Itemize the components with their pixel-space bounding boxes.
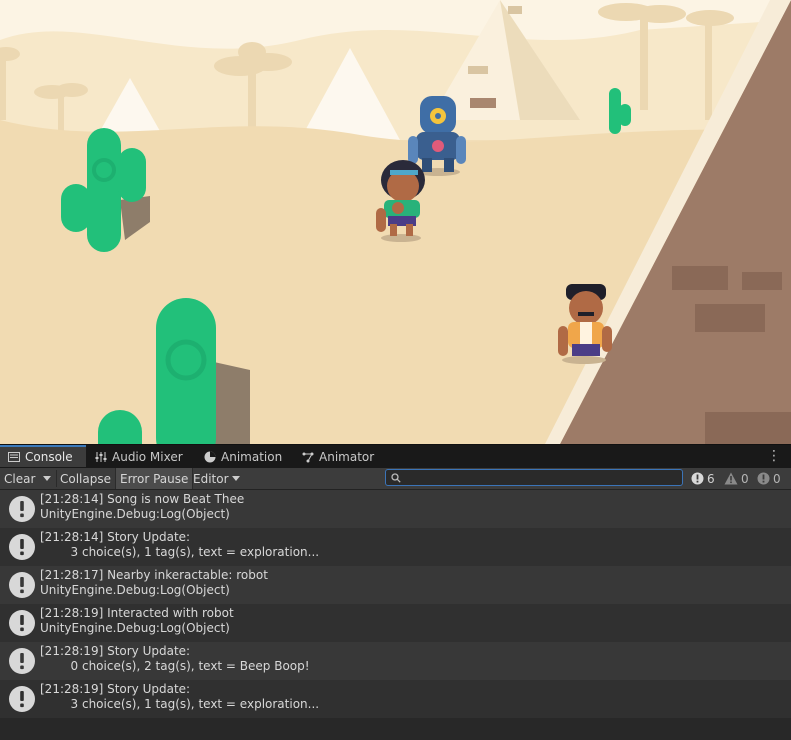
warning-count-toggle[interactable]: 0 bbox=[724, 470, 749, 487]
log-entry[interactable]: [21:28:14] Song is now Beat Thee UnityEn… bbox=[0, 490, 791, 528]
error-icon bbox=[757, 472, 770, 485]
game-view[interactable] bbox=[0, 0, 791, 444]
log-detail: 3 choice(s), 1 tag(s), text = exploratio… bbox=[40, 697, 320, 711]
animator-icon bbox=[302, 451, 314, 463]
log-detail: 3 choice(s), 1 tag(s), text = exploratio… bbox=[40, 545, 320, 559]
chevron-down-icon bbox=[231, 476, 240, 481]
info-icon bbox=[8, 533, 36, 564]
tab-audio-mixer[interactable]: Audio Mixer bbox=[95, 445, 183, 469]
error-pause-label: Error Pause bbox=[120, 471, 189, 486]
info-icon bbox=[8, 609, 36, 640]
more-options-icon[interactable]: ⋮ bbox=[767, 448, 781, 464]
audio-mixer-icon bbox=[95, 451, 107, 463]
log-message: [21:28:14] Song is now Beat Thee bbox=[40, 492, 245, 506]
info-icon bbox=[8, 647, 36, 678]
desert-scene bbox=[0, 0, 791, 444]
log-entry[interactable]: [21:28:17] Nearby inkeractable: robot Un… bbox=[0, 566, 791, 604]
info-icon bbox=[8, 685, 36, 716]
error-count-toggle[interactable]: 0 bbox=[757, 470, 781, 487]
collapse-button[interactable]: Collapse bbox=[56, 468, 115, 489]
panel-tab-bar: Console Audio Mixer Animation Animator ⋮ bbox=[0, 444, 791, 469]
chevron-down-icon bbox=[43, 476, 51, 481]
clear-button[interactable]: Clear bbox=[0, 468, 39, 489]
tab-animation[interactable]: Animation bbox=[204, 445, 282, 469]
info-icon bbox=[8, 495, 36, 526]
clear-label: Clear bbox=[4, 471, 36, 486]
log-message: [21:28:19] Interacted with robot bbox=[40, 606, 234, 620]
console-panel: Console Audio Mixer Animation Animator ⋮… bbox=[0, 444, 791, 740]
warning-icon bbox=[724, 472, 738, 485]
tab-animator[interactable]: Animator bbox=[302, 445, 374, 469]
log-entry[interactable]: [21:28:19] Interacted with robot UnityEn… bbox=[0, 604, 791, 642]
log-detail: UnityEngine.Debug:Log(Object) bbox=[40, 507, 230, 521]
search-input[interactable] bbox=[385, 469, 683, 486]
console-toolbar: Clear Collapse Error Pause Editor 6 0 0 bbox=[0, 468, 791, 490]
log-message: [21:28:14] Story Update: bbox=[40, 530, 191, 544]
tab-label: Console bbox=[25, 450, 73, 464]
animation-icon bbox=[204, 451, 216, 463]
log-message: [21:28:17] Nearby inkeractable: robot bbox=[40, 568, 268, 582]
clear-options-dropdown[interactable] bbox=[38, 468, 56, 489]
console-icon bbox=[8, 451, 20, 463]
tab-label: Audio Mixer bbox=[112, 450, 183, 464]
search-icon bbox=[391, 472, 401, 486]
log-count: 6 bbox=[707, 471, 715, 486]
tab-console[interactable]: Console bbox=[0, 445, 86, 467]
tab-label: Animation bbox=[221, 450, 283, 464]
log-detail: 0 choice(s), 2 tag(s), text = Beep Boop! bbox=[40, 659, 310, 673]
editor-label: Editor bbox=[193, 471, 229, 486]
log-count-toggle[interactable]: 6 bbox=[691, 470, 715, 487]
editor-dropdown[interactable]: Editor bbox=[189, 468, 244, 489]
log-entry[interactable]: [21:28:19] Story Update: 0 choice(s), 2 … bbox=[0, 642, 791, 680]
warning-count: 0 bbox=[741, 471, 749, 486]
log-detail: UnityEngine.Debug:Log(Object) bbox=[40, 583, 230, 597]
tab-label: Animator bbox=[319, 450, 375, 464]
log-entry[interactable]: [21:28:19] Story Update: 3 choice(s), 1 … bbox=[0, 680, 791, 718]
log-message: [21:28:19] Story Update: bbox=[40, 644, 191, 658]
log-message: [21:28:19] Story Update: bbox=[40, 682, 191, 696]
log-entry[interactable]: [21:28:14] Story Update: 3 choice(s), 1 … bbox=[0, 528, 791, 566]
info-icon bbox=[691, 472, 704, 485]
error-count: 0 bbox=[773, 471, 781, 486]
info-icon bbox=[8, 571, 36, 602]
collapse-label: Collapse bbox=[60, 471, 111, 486]
log-detail: UnityEngine.Debug:Log(Object) bbox=[40, 621, 230, 635]
console-log-list[interactable]: [21:28:14] Song is now Beat Thee UnityEn… bbox=[0, 490, 791, 718]
error-pause-button[interactable]: Error Pause bbox=[115, 468, 194, 489]
